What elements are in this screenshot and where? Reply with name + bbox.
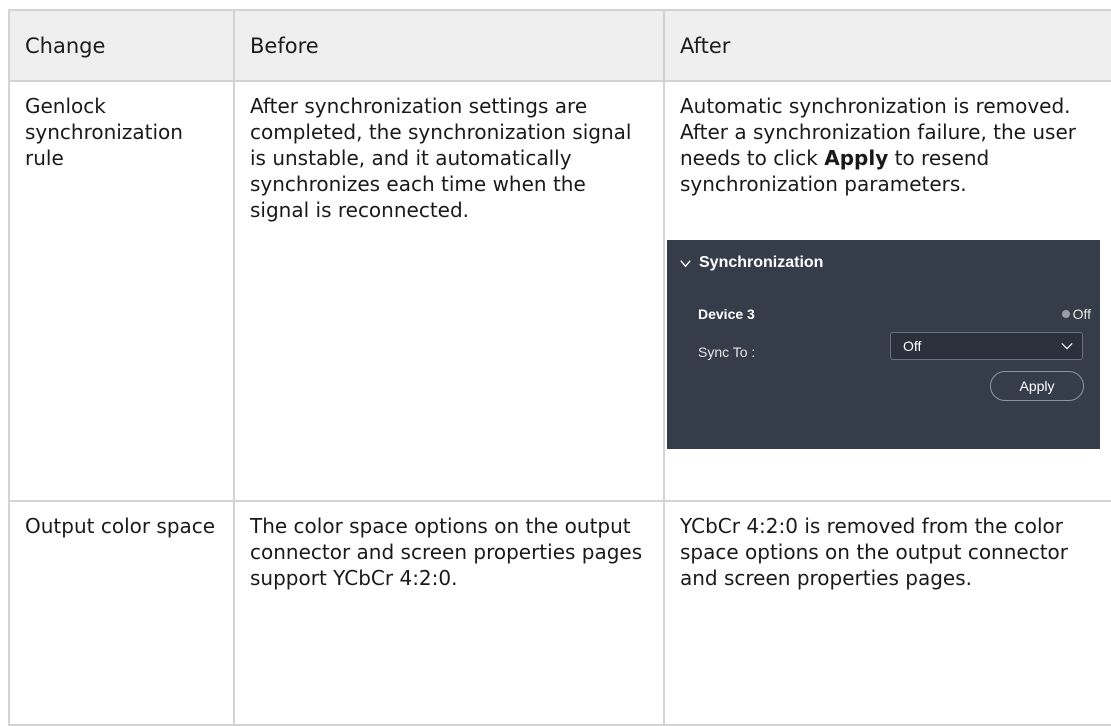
- table-row: Genlock synchronization rule After synch…: [8, 80, 1111, 502]
- change-table: Change Before After Genlock synchronizat…: [8, 9, 1111, 726]
- sync-to-select[interactable]: Off: [890, 332, 1083, 360]
- cell-change: Output color space: [8, 500, 235, 726]
- status-dot-icon: [1061, 310, 1070, 318]
- header-after: After: [663, 9, 1111, 82]
- device-status: Off: [1061, 301, 1091, 327]
- header-before: Before: [233, 9, 665, 82]
- sync-to-value: Off: [903, 338, 922, 354]
- sync-to-label: Sync To :: [698, 344, 756, 360]
- cell-before: After synchronization settings are compl…: [233, 80, 665, 502]
- cell-after: Automatic synchronization is removed. Af…: [663, 80, 1111, 502]
- table-header-row: Change Before After: [8, 9, 1111, 82]
- apply-button[interactable]: Apply: [990, 371, 1084, 401]
- synchronization-title: Synchronization: [699, 254, 824, 271]
- after-text: Automatic synchronization is removed. Af…: [680, 93, 1103, 197]
- synchronization-panel: Synchronization Device 3 Off Sync To : O…: [667, 240, 1100, 449]
- after-text-apply: Apply: [824, 146, 889, 170]
- cell-change: Genlock synchronization rule: [8, 80, 235, 502]
- device-label: Device 3: [698, 306, 755, 322]
- synchronization-header[interactable]: Synchronization: [678, 250, 823, 276]
- cell-after: YCbCr 4:2:0 is removed from the color sp…: [663, 500, 1111, 726]
- header-change: Change: [8, 9, 235, 82]
- chevron-down-icon: [1061, 342, 1073, 350]
- cell-before: The color space options on the output co…: [233, 500, 665, 726]
- table-row: Output color space The color space optio…: [8, 500, 1111, 726]
- device-status-text: Off: [1072, 306, 1091, 322]
- chevron-down-icon: [680, 259, 691, 267]
